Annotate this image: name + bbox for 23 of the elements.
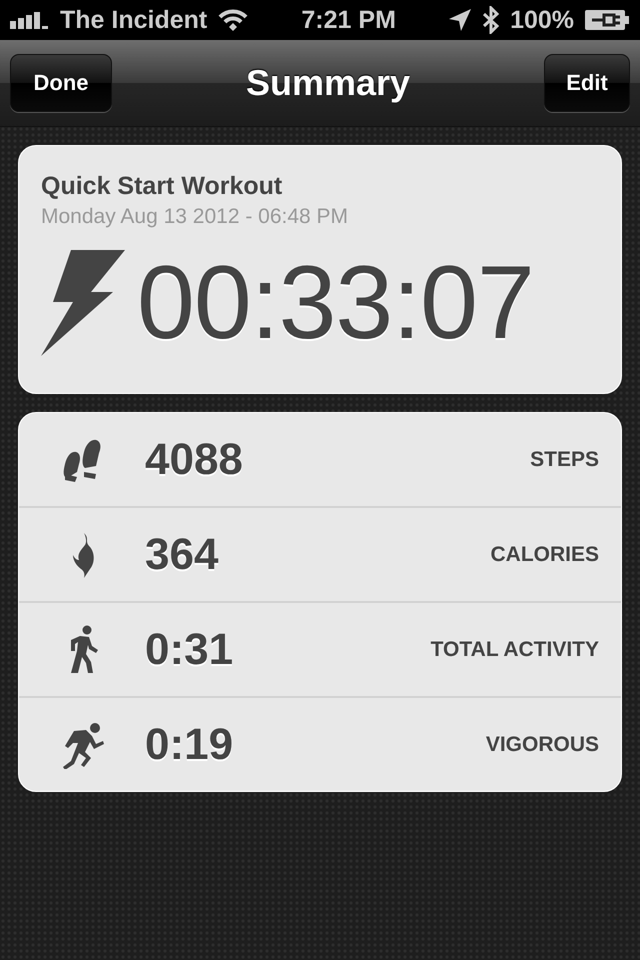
stat-label: STEPS [530,448,599,472]
stat-value: 4088 [145,434,244,484]
edit-button[interactable]: Edit [544,54,630,112]
battery-charging-icon [584,9,630,31]
screen-title: Summary [244,62,412,104]
stat-label: VIGOROUS [486,732,599,756]
location-arrow-icon [448,8,472,32]
bluetooth-icon [482,6,500,34]
clock: 7:21 PM [301,6,396,34]
done-button[interactable]: Done [10,54,112,112]
workout-name: Quick Start Workout [41,172,284,201]
battery-percent: 100% [510,6,574,34]
workout-date: Monday Aug 13 2012 - 06:48 PM [41,205,350,229]
stat-label: TOTAL ACTIVITY [430,638,599,662]
stat-value: 364 [145,530,220,580]
lightning-bolt-icon [41,250,125,356]
stat-value: 0:19 [145,720,234,770]
signal-icon [10,11,50,29]
stat-value: 0:31 [145,624,234,674]
wifi-icon [217,8,250,32]
duration-timer: 00:33:07 [137,251,534,355]
carrier-name: The Incident [60,6,208,34]
stat-label: CALORIES [490,542,599,566]
